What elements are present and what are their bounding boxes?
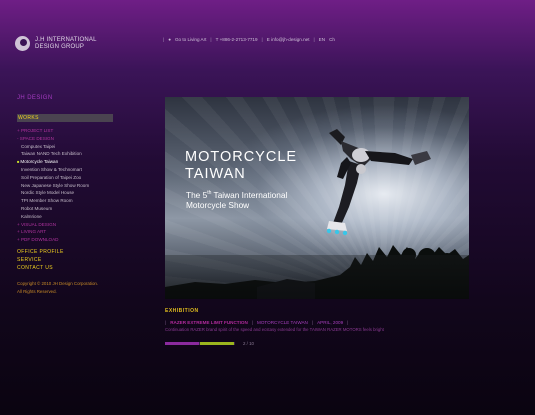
logo[interactable]: J.H INTERNATIONAL DESIGN GROUP (15, 36, 97, 51)
menu-office-profile[interactable]: OFFICE PROFILE (17, 248, 113, 256)
nav-category[interactable]: + PDF DOWNLOAD (17, 236, 113, 244)
ground-shadow (165, 255, 469, 299)
hero-title-line-1: MOTORCYCLE (185, 149, 298, 165)
menu-contact-us[interactable]: CONTACT US (17, 264, 113, 272)
progress-segment-1[interactable] (165, 342, 199, 345)
section-title: JH DESIGN (17, 95, 53, 101)
lang-ch-link[interactable]: Ch (329, 37, 335, 42)
hero-subtitle-line-1: The 5th Taiwan International (186, 188, 287, 200)
nav-item[interactable]: Computex Taipei (17, 143, 113, 151)
nav-item[interactable]: Robot Museum (17, 205, 113, 213)
skater-figure (326, 129, 431, 236)
logo-line-1: J.H INTERNATIONAL (35, 37, 97, 43)
caption-date: APRIL, 2009 (317, 320, 344, 325)
droplet-icon: ● (168, 37, 171, 42)
progress-segment-2[interactable] (200, 342, 234, 345)
logo-text: J.H INTERNATIONAL DESIGN GROUP (35, 37, 97, 50)
nav-category[interactable]: + VISUAL DESIGN (17, 221, 113, 229)
nav-item[interactable]: Kalmrione (17, 213, 113, 221)
exhibition-label: EXHIBITION (165, 308, 199, 314)
nav-category[interactable]: + LIVING ART (17, 228, 113, 236)
separator: | (210, 37, 212, 42)
nav-category[interactable]: - SPACE DESIGN (17, 135, 113, 143)
caption-sep: | (311, 320, 314, 325)
caption-row: | RAZER EXTREME LIMIT FUNCTION | MOTORCY… (165, 320, 348, 325)
hero-sub-post: Taiwan International (211, 189, 288, 200)
copyright-line-2: All Rights Reserved. (17, 288, 57, 294)
works-header[interactable]: WORKS (17, 114, 113, 122)
caption-highlight: RAZER EXTREME LIMIT FUNCTION (170, 320, 248, 325)
nav-item[interactable]: New Japanese Style Show Room (17, 182, 113, 190)
menu-service[interactable]: SERVICE (17, 256, 113, 264)
caption-sep: | (347, 320, 349, 325)
caption-category: MOTORCYCLE TAIWAN (257, 320, 308, 325)
phone-number: T +886-2-2713-7719 (215, 37, 258, 42)
caption-description: Continuation RAZER brand spirit of the s… (165, 327, 384, 332)
nav-item[interactable]: Invention Show & Technomart (17, 166, 113, 174)
top-links: | ● Go to Living Art | T +886-2-2713-771… (163, 37, 335, 42)
nav-item[interactable]: Soil Preparation of Taipei Zoo (17, 174, 113, 182)
logo-line-2: DESIGN GROUP (35, 43, 85, 50)
living-art-link[interactable]: Go to Living Art (175, 37, 206, 42)
nav-item[interactable]: Nordic Style Model House (17, 189, 113, 197)
nav-item[interactable]: Taiwan NAND Tech Exhibition (17, 150, 113, 158)
copyright: Copyright © 2010 JH Design Corporation. … (17, 280, 113, 295)
separator: | (261, 37, 263, 42)
slide-progress[interactable] (165, 342, 235, 345)
separator: | (313, 37, 315, 42)
hero-sub-pre: The 5 (186, 189, 208, 200)
copyright-line-1: Copyright © 2010 JH Design Corporation. (17, 280, 99, 286)
email-link[interactable]: E info@jh-design.net (267, 37, 310, 42)
hero-title: MOTORCYCLE TAIWAN (185, 149, 297, 183)
nav-item[interactable]: TPI Member Show Room (17, 197, 113, 205)
caption-sep: | (251, 320, 253, 325)
hero-title-line-2: TAIWAN (185, 166, 246, 182)
lang-en-link[interactable]: EN (319, 37, 325, 42)
main-menu: OFFICE PROFILE SERVICE CONTACT US (17, 248, 113, 272)
nav-item[interactable]: Motorcycle Taiwan (17, 158, 113, 166)
logo-mark-icon (15, 36, 30, 51)
separator: | (163, 37, 165, 42)
works-nav: + PROJECT LIST - SPACE DESIGN Computex Tai… (17, 127, 113, 244)
sidebar: JH DESIGN WORKS + PROJECT LIST - SPACE DE… (17, 95, 113, 295)
nav-category[interactable]: + PROJECT LIST (17, 127, 113, 135)
hero-image[interactable]: MOTORCYCLE TAIWAN The 5th Taiwan Interna… (165, 97, 469, 299)
slide-counter: 2 / 10 (243, 341, 254, 346)
hero-subtitle-line-2: Motorcycle Show (186, 199, 250, 210)
hero-subtitle: The 5th Taiwan International Motorcycle … (186, 188, 287, 210)
caption-leading-bar: | (165, 320, 167, 325)
